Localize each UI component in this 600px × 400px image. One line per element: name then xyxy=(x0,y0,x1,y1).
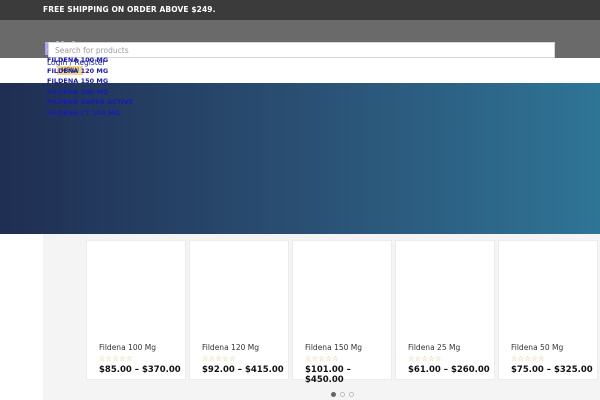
rating-stars: ☆☆☆☆☆ xyxy=(202,355,236,363)
nav-item-fildena-ct-100[interactable]: FILDENA CT 100 MG xyxy=(47,108,133,119)
product-card[interactable]: Fildena 50 Mg ☆☆☆☆☆ $75.00 – $325.00 xyxy=(498,240,598,380)
product-card[interactable]: Fildena 150 Mg ☆☆☆☆☆ $101.00 – $450.00 xyxy=(292,240,392,385)
rating-stars: ☆☆☆☆☆ xyxy=(408,355,442,363)
product-card[interactable]: Fildena 120 Mg ☆☆☆☆☆ $92.00 – $415.00 xyxy=(189,240,289,380)
product-name[interactable]: Fildena 100 Mg xyxy=(99,343,156,352)
product-card[interactable]: Fildena 25 Mg ☆☆☆☆☆ $61.00 – $260.00 xyxy=(395,240,495,380)
pagination-dot[interactable] xyxy=(331,392,336,397)
product-image[interactable] xyxy=(190,241,288,335)
nav-item-fildena-super-active[interactable]: FILDENA SUPER ACTIVE xyxy=(47,97,133,108)
product-price: $101.00 – $450.00 xyxy=(305,365,351,385)
product-image[interactable] xyxy=(87,241,185,335)
pagination-dot[interactable] xyxy=(340,392,345,397)
product-image[interactable] xyxy=(293,241,391,335)
free-shipping-text: FREE SHIPPING ON ORDER ABOVE $249. xyxy=(43,5,216,14)
product-carousel: Fildena 100 Mg ☆☆☆☆☆ $85.00 – $370.00 Fi… xyxy=(43,234,600,400)
rating-stars: ☆☆☆☆☆ xyxy=(305,355,339,363)
product-image[interactable] xyxy=(499,241,597,335)
product-name[interactable]: Fildena 25 Mg xyxy=(408,343,460,352)
nav-item-fildena-100[interactable]: FILDENA 100 MG xyxy=(47,55,133,66)
product-card[interactable]: Fildena 100 Mg ☆☆☆☆☆ $85.00 – $370.00 xyxy=(86,240,186,380)
product-name[interactable]: Fildena 120 Mg xyxy=(202,343,259,352)
main-nav: FILDENA 100 MG FILDENA 120 MG FILDENA 15… xyxy=(47,55,133,118)
pagination-dot[interactable] xyxy=(349,392,354,397)
nav-item-fildena-200[interactable]: FILDENA 200 MG xyxy=(47,87,133,98)
nav-item-fildena-120[interactable]: FILDENA 120 MG xyxy=(47,66,133,77)
top-announcement-bar: FREE SHIPPING ON ORDER ABOVE $249. xyxy=(0,0,600,20)
product-price: $61.00 – $260.00 xyxy=(408,365,490,375)
product-image[interactable] xyxy=(396,241,494,335)
product-price: $75.00 – $325.00 xyxy=(511,365,593,375)
product-name[interactable]: Fildena 50 Mg xyxy=(511,343,563,352)
rating-stars: ☆☆☆☆☆ xyxy=(511,355,545,363)
rating-stars: ☆☆☆☆☆ xyxy=(99,355,133,363)
product-name[interactable]: Fildena 150 Mg xyxy=(305,343,362,352)
product-price: $85.00 – $370.00 xyxy=(99,365,181,375)
nav-item-fildena-150[interactable]: FILDENA 150 MG xyxy=(47,76,133,87)
product-price: $92.00 – $415.00 xyxy=(202,365,284,375)
